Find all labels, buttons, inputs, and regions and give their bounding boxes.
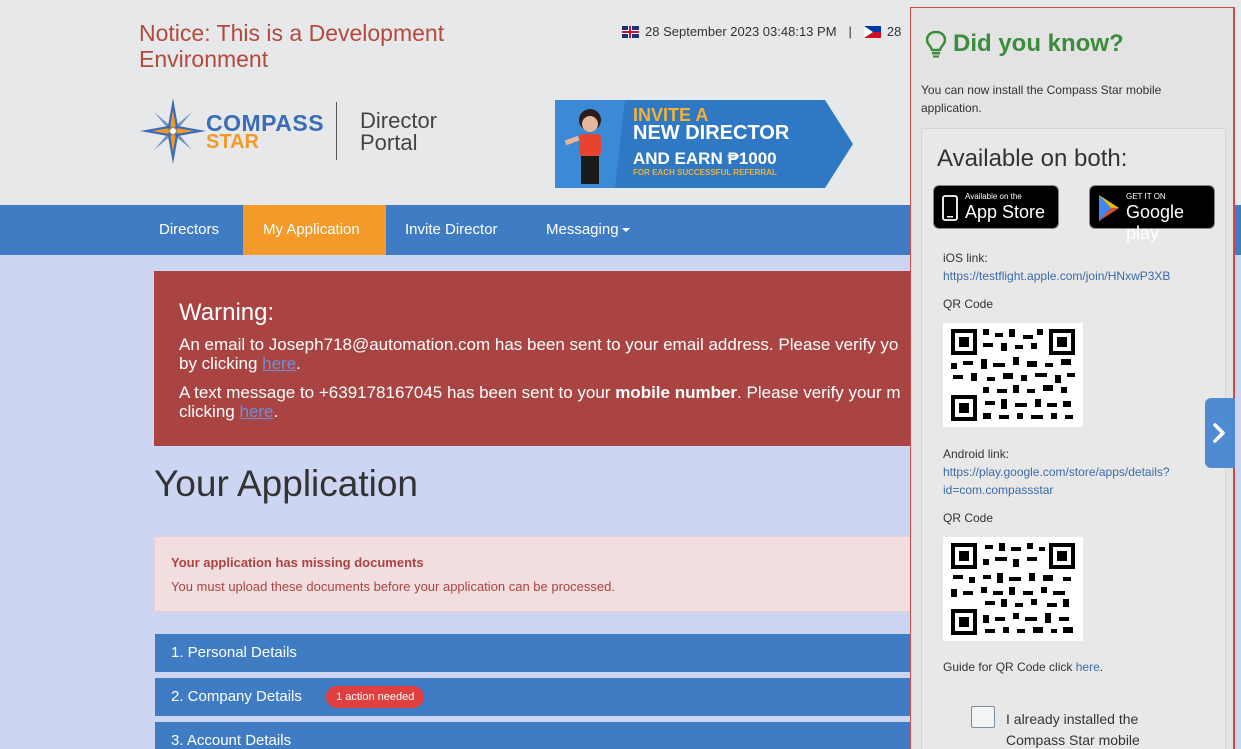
ph-flag-icon xyxy=(863,25,881,38)
available-heading: Available on both: xyxy=(937,145,1128,172)
action-needed-badge: 1 action needed xyxy=(326,686,425,709)
nav-my-application[interactable]: My Application xyxy=(243,205,386,255)
chevron-right-icon xyxy=(1213,423,1225,443)
dev-notice: Notice: This is a Development Environmen… xyxy=(139,20,445,72)
android-link[interactable]: https://play.google.com/store/apps/detai… xyxy=(943,463,1203,499)
nav-directors[interactable]: Directors xyxy=(139,205,239,255)
warning-email-end: . xyxy=(296,354,301,373)
google-play-icon xyxy=(1099,195,1119,221)
gplay-small-text: GET IT ON xyxy=(1126,192,1166,201)
ios-label: iOS link: xyxy=(943,251,988,265)
banner-line2: NEW DIRECTOR xyxy=(633,122,790,144)
panel-title: Did you know? xyxy=(925,30,1124,58)
invite-director-banner[interactable]: INVITE A NEW DIRECTOR AND EARN ₱1000 FOR… xyxy=(555,100,853,188)
datetime-uk: 28 September 2023 03:48:13 PM xyxy=(645,24,837,39)
missing-title: Your application has missing documents xyxy=(171,555,424,570)
banner-line3: AND EARN ₱1000 xyxy=(633,149,777,168)
logo-divider xyxy=(336,102,337,160)
portal-line1: Director xyxy=(360,108,438,133)
caret-down-icon xyxy=(621,228,630,233)
section-personal-details[interactable]: 1. Personal Details xyxy=(155,634,915,672)
warning-sms-suffix: . Please verify your m xyxy=(737,383,901,402)
section-label: 3. Account Details xyxy=(171,732,292,749)
section-account-details[interactable]: 3. Account Details xyxy=(155,722,915,749)
appstore-small-text: Available on the xyxy=(965,192,1022,201)
warning-email-line1: An email to Joseph718@automation.com has… xyxy=(179,335,899,354)
warning-sms-line2: clicking xyxy=(179,402,240,421)
appstore-big-text: App Store xyxy=(965,202,1046,222)
ios-qr-label: QR Code xyxy=(943,297,994,311)
nav-messaging-label: Messaging xyxy=(546,221,619,238)
warning-sms: A text message to +639178167045 has been… xyxy=(179,383,901,421)
section-label: 1. Personal Details xyxy=(171,644,297,661)
uk-flag-icon xyxy=(622,25,639,38)
google-play-button[interactable]: GET IT ON Google play xyxy=(1089,185,1215,243)
nav-invite-director[interactable]: Invite Director xyxy=(385,205,518,255)
banner-line4: FOR EACH SUCCESSFUL REFERRAL xyxy=(633,168,777,177)
warning-sms-end: . xyxy=(273,402,279,421)
app-store-button[interactable]: Available on the App Store xyxy=(933,185,1059,229)
section-company-details[interactable]: 2. Company Details 1 action needed xyxy=(155,678,915,716)
guide-prefix: Guide for QR Code click xyxy=(943,660,1076,674)
android-qr-label: QR Code xyxy=(943,511,994,525)
download-box: Available on both: Available on the App … xyxy=(921,128,1226,749)
missing-text: You must upload these documents before y… xyxy=(171,579,615,594)
compass-icon xyxy=(140,98,206,164)
panel-toggle-button[interactable] xyxy=(1205,398,1235,468)
lightbulb-icon xyxy=(925,30,947,58)
datetime-bar: 28 September 2023 03:48:13 PM | 28 xyxy=(622,24,901,39)
warning-email: An email to Joseph718@automation.com has… xyxy=(179,335,898,373)
warning-sms-prefix: A text message to +639178167045 has been… xyxy=(179,383,616,402)
installed-checkbox-label: I already installed the Compass Star mob… xyxy=(1006,711,1140,748)
guide-suffix: . xyxy=(1099,660,1104,674)
ios-qr-code xyxy=(943,323,1083,427)
installed-checkbox[interactable] xyxy=(971,706,995,728)
logo-star-text: STAR xyxy=(206,131,259,153)
android-label: Android link: xyxy=(943,447,1010,461)
apple-icon xyxy=(942,195,958,221)
compass-star-logo[interactable]: COMPASS STAR Director Portal xyxy=(140,98,450,164)
verify-mobile-link[interactable]: here xyxy=(239,402,273,421)
gplay-big-text: Google play xyxy=(1126,202,1185,243)
qr-guide-link[interactable]: here xyxy=(1076,660,1100,674)
missing-documents-alert: Your application has missing documents Y… xyxy=(154,536,914,612)
qr-code-icon xyxy=(951,543,1075,635)
panel-description: You can now install the Compass Star mob… xyxy=(921,83,1162,115)
warning-email-line2: by clicking xyxy=(179,354,263,373)
android-qr-code xyxy=(943,537,1083,641)
nav-messaging[interactable]: Messaging xyxy=(526,205,650,255)
page-title: Your Application xyxy=(154,463,419,504)
ios-link[interactable]: https://testflight.apple.com/join/HNxwP3… xyxy=(943,267,1203,285)
panel-title-text: Did you know? xyxy=(953,30,1124,57)
portal-line2: Portal xyxy=(360,130,418,155)
datetime-separator: | xyxy=(848,24,852,39)
warning-title: Warning: xyxy=(179,299,275,326)
section-label: 2. Company Details xyxy=(171,688,302,705)
warning-sms-bold: mobile number xyxy=(615,383,738,402)
logo-portal-text: Director Portal xyxy=(360,110,437,154)
verify-email-link[interactable]: here xyxy=(262,354,296,373)
datetime-ph: 28 xyxy=(886,24,902,39)
verification-warning: Warning: An email to Joseph718@automatio… xyxy=(154,271,914,446)
did-you-know-panel: Did you know? You can now install the Co… xyxy=(910,7,1235,749)
qr-guide-text: Guide for QR Code click here. xyxy=(943,660,1103,674)
qr-code-icon xyxy=(951,329,1075,421)
